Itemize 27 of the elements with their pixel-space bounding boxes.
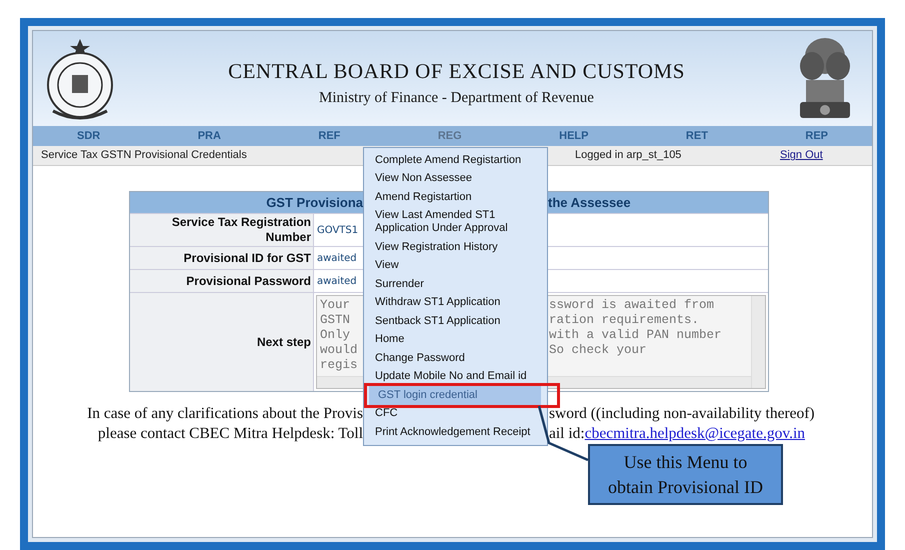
row-label: Provisional Password [186,274,311,288]
textarea-line: would [320,343,358,357]
textarea-line: GSTN [320,313,350,327]
header-subtitle: Ministry of Finance - Department of Revenue [319,89,594,108]
textarea-line: So check your [549,343,647,358]
textarea-line: ssword is awaited from [549,298,714,313]
row-value: awaited [317,274,357,288]
row-label: Provisional ID for GST [184,250,311,266]
row-label: Service Tax Registration Number [170,215,311,245]
page-name: Service Tax GSTN Provisional Credentials [41,149,247,162]
notice-text: In case of any clarifications about the Provis [87,404,363,424]
header-title: CENTRAL BOARD OF EXCISE AND CUSTOMS [228,58,685,84]
textarea-line: ration requirements. [549,313,700,328]
textarea-line: Only [320,328,350,342]
row-label: Next step [256,334,311,351]
row-value: GOVTS1 [317,224,358,238]
textarea-line: Your [320,298,350,312]
textarea-line: with a valid PAN number [549,328,722,343]
textarea-line: regis [320,358,358,372]
notice-text: please contact CBEC Mitra Helpdesk: Toll [98,424,363,444]
table-title: GST Provisiona [266,194,363,212]
logged-in-user: Logged in arp_st_105 [575,149,682,162]
row-value: awaited [317,252,357,266]
callout-box: Use this Menu to obtain Provisional ID [588,444,783,505]
notice-text: ail id: [549,424,585,444]
notice-text: sword ((including non-availability thereof) [549,404,815,424]
table-title: the Assessee [548,194,631,212]
